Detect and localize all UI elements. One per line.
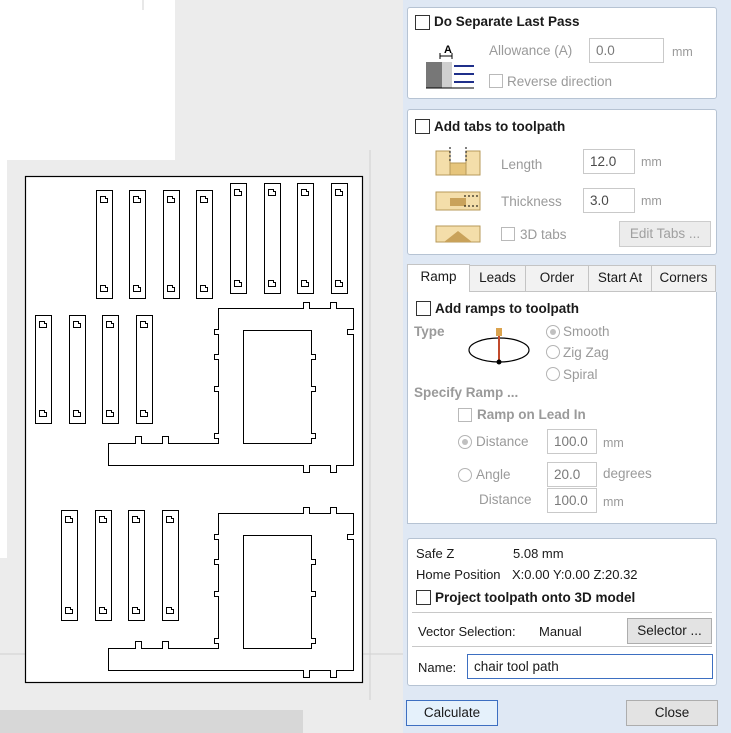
- allowance-label: Allowance (A): [489, 43, 573, 58]
- ramp-angle-distance-label: Distance: [479, 492, 532, 507]
- project-toolpath-label: Project toolpath onto 3D model: [435, 590, 636, 605]
- ramp-distance-radio[interactable]: [458, 435, 472, 449]
- ramp-angle-unit: degrees: [603, 466, 652, 481]
- reverse-direction-checkbox[interactable]: [489, 74, 503, 88]
- 3d-tabs-label: 3D tabs: [520, 227, 567, 242]
- add-ramps-title: Add ramps to toolpath: [435, 301, 579, 316]
- ramp-angle-distance-unit: mm: [603, 495, 624, 509]
- ramp-angle-radio[interactable]: [458, 468, 472, 482]
- tab-length-label: Length: [501, 157, 543, 172]
- vector-selection-value: Manual: [539, 624, 582, 639]
- smooth-ramp-icon: [468, 328, 530, 365]
- ramp-type-spiral-label: Spiral: [563, 367, 598, 382]
- allowance-input[interactable]: 0.0: [589, 38, 664, 63]
- tab-length-icon: [435, 147, 481, 176]
- ramp-lead-in-checkbox[interactable]: [458, 408, 472, 422]
- safe-z-value: 5.08 mm: [513, 546, 564, 561]
- divider: [412, 646, 712, 647]
- tab-order[interactable]: Order: [525, 265, 589, 292]
- tab-length-unit: mm: [641, 155, 662, 169]
- selector-button[interactable]: Selector ...: [627, 618, 712, 644]
- edit-tabs-button[interactable]: Edit Tabs ...: [619, 221, 711, 247]
- home-position-label: Home Position: [416, 567, 501, 582]
- ramp-angle-distance-input[interactable]: 100.0: [547, 488, 597, 513]
- close-button[interactable]: Close: [626, 700, 718, 726]
- tab-thickness-label: Thickness: [501, 194, 562, 209]
- canvas-white-strip: [0, 160, 7, 558]
- ramp-type-zigzag-label: Zig Zag: [563, 345, 609, 360]
- ramp-distance-label: Distance: [476, 434, 529, 449]
- ramp-panel: Add ramps to toolpath Type Smooth Zig Za…: [407, 292, 717, 524]
- safe-z-label: Safe Z: [416, 546, 455, 561]
- calculate-button[interactable]: Calculate: [406, 700, 498, 726]
- ramp-type-label: Type: [414, 324, 445, 339]
- tab-length-input[interactable]: 12.0: [583, 149, 635, 174]
- home-position-value: X:0.00 Y:0.00 Z:20.32: [512, 567, 638, 582]
- tab-corners[interactable]: Corners: [651, 265, 716, 292]
- add-tabs-title: Add tabs to toolpath: [434, 119, 566, 134]
- last-pass-checkbox[interactable]: [415, 15, 430, 30]
- svg-text:A: A: [444, 44, 452, 56]
- specify-ramp-label: Specify Ramp ...: [414, 385, 519, 400]
- vector-drawing[interactable]: [0, 0, 403, 733]
- tab-thickness-input[interactable]: 3.0: [583, 188, 635, 213]
- project-toolpath-checkbox[interactable]: [416, 590, 431, 605]
- allowance-unit: mm: [672, 45, 693, 59]
- add-ramps-checkbox[interactable]: [416, 301, 431, 316]
- toolpath-name-input[interactable]: chair tool path: [467, 654, 713, 679]
- last-pass-group: Do Separate Last Pass A Allowance (A) 0.…: [407, 7, 717, 99]
- ramp-type-smooth-label: Smooth: [563, 324, 610, 339]
- ramp-type-smooth-radio[interactable]: [546, 325, 560, 339]
- tabs-group: Add tabs to toolpath Length 12.0 mm Thic…: [407, 109, 717, 255]
- ramp-type-spiral-radio[interactable]: [546, 367, 560, 381]
- canvas-white-area: [0, 0, 175, 160]
- horizontal-scrollbar[interactable]: [0, 710, 303, 733]
- allowance-icon: A: [426, 44, 474, 89]
- ramp-lead-in-label: Ramp on Lead In: [477, 407, 586, 422]
- ramp-distance-unit: mm: [603, 436, 624, 450]
- toolpath-info-group: Safe Z 5.08 mm Home Position X:0.00 Y:0.…: [407, 538, 717, 686]
- tab-ramp[interactable]: Ramp: [407, 264, 470, 293]
- 3d-tabs-checkbox[interactable]: [501, 227, 515, 241]
- reverse-direction-label: Reverse direction: [507, 74, 613, 89]
- tab-start-at[interactable]: Start At: [588, 265, 652, 292]
- tab-leads[interactable]: Leads: [469, 265, 526, 292]
- ramp-angle-label: Angle: [476, 467, 511, 482]
- 3d-tabs-icon: [435, 225, 481, 243]
- add-tabs-checkbox[interactable]: [415, 119, 430, 134]
- tab-thickness-icon: [435, 191, 481, 211]
- last-pass-title: Do Separate Last Pass: [434, 14, 580, 29]
- ramp-distance-input[interactable]: 100.0: [547, 429, 597, 454]
- tab-thickness-unit: mm: [641, 194, 662, 208]
- vector-selection-label: Vector Selection:: [418, 624, 516, 639]
- toolpath-panel: Do Separate Last Pass A Allowance (A) 0.…: [403, 0, 731, 733]
- cad-canvas[interactable]: [0, 0, 403, 733]
- ramp-type-zigzag-radio[interactable]: [546, 345, 560, 359]
- ramp-angle-input[interactable]: 20.0: [547, 462, 597, 487]
- name-label: Name:: [418, 660, 457, 675]
- divider: [412, 612, 712, 613]
